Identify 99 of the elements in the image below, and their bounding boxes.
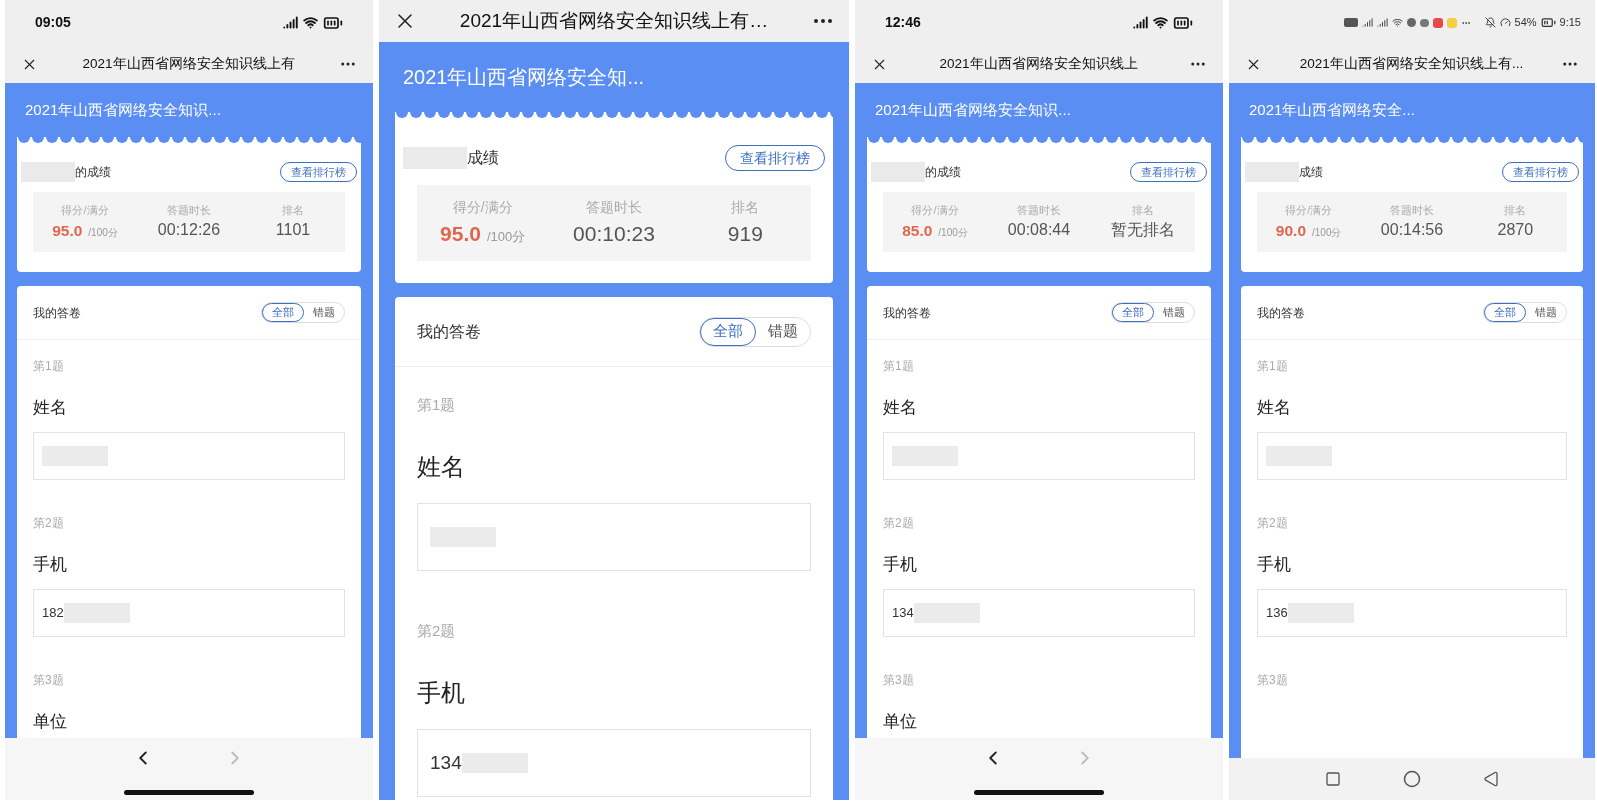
question-title: 单位: [883, 711, 918, 733]
mute-icon: [1484, 17, 1496, 28]
question-title: 姓名: [417, 452, 466, 482]
stat-label: 得分/满分: [911, 203, 959, 219]
full-score: /100分: [1312, 225, 1342, 240]
quiz-title: 2021年山西省网络安全知识...: [25, 99, 221, 120]
stat-value: 919: [727, 220, 763, 247]
home-icon[interactable]: [1403, 770, 1421, 788]
back-icon[interactable]: [1483, 771, 1499, 787]
answer-field: 182: [33, 589, 345, 637]
status-time: 09:05: [35, 13, 71, 32]
chat-icon: [1419, 18, 1429, 27]
stat-label: 得分/满分: [452, 197, 513, 217]
recent-apps-icon[interactable]: [1325, 771, 1341, 787]
answer-field: 134: [417, 729, 811, 797]
question-title: 手机: [417, 678, 466, 708]
full-score: /100分: [938, 225, 968, 240]
quiz-title: 2021年山西省网络安全...: [1249, 99, 1415, 120]
stat-value: 2870: [1497, 220, 1534, 241]
battery-percentage: 54%: [1514, 15, 1537, 31]
question-number: 第1题: [417, 395, 457, 415]
signal-icon: [1361, 17, 1373, 28]
filter-tab[interactable]: 错题: [756, 317, 810, 346]
result-label: 成绩: [467, 148, 499, 168]
status-time: 12:46: [885, 13, 921, 32]
section-title: 我的答卷: [1257, 304, 1305, 322]
question-title: 手机: [33, 554, 68, 576]
page-title: 2021年山西省网络安全知识线上有: [81, 54, 296, 73]
question-title: 手机: [883, 554, 918, 576]
page-title: 2021年山西省网络安全知识线上有…: [458, 8, 770, 33]
app-icon: [1446, 17, 1457, 28]
question-number: 第1题: [1257, 358, 1289, 374]
result-label: 成绩: [1299, 164, 1323, 181]
wifi-icon: [1391, 17, 1403, 28]
question-number: 第3题: [1257, 672, 1289, 688]
question-number: 第3题: [33, 672, 65, 688]
battery-icon: [1540, 15, 1556, 30]
page-title: 2021年山西省网络安全知识线上: [938, 54, 1139, 73]
filter-tab[interactable]: 全部: [700, 317, 756, 346]
score-value: 90.0: [1275, 220, 1306, 241]
app-icon: [1406, 18, 1416, 27]
stat-label: 答题时长: [1390, 202, 1434, 218]
filter-tab[interactable]: 错题: [1526, 303, 1566, 322]
signal-icon: [1376, 17, 1388, 28]
question-number: 第1题: [33, 358, 65, 374]
full-score: /100分: [88, 225, 118, 240]
stat-label: 得分/满分: [61, 203, 109, 219]
stat-label: 排名: [1504, 202, 1527, 218]
answer-field: 136: [1257, 589, 1567, 637]
filter-tab[interactable]: 全部: [1484, 303, 1526, 322]
stat-value: 00:08:44: [1007, 220, 1071, 241]
full-score: /100分: [486, 227, 526, 246]
score-value: 95.0: [52, 220, 83, 241]
result-label: 的成绩: [925, 164, 961, 181]
wifi-icon: [1153, 15, 1168, 30]
filter-tab[interactable]: 错题: [304, 303, 344, 322]
stat-label: 答题时长: [586, 197, 642, 217]
question-title: 姓名: [1257, 397, 1292, 419]
score-value: 85.0: [902, 220, 933, 241]
app-icon: [1432, 17, 1443, 28]
score-value: 95.0: [440, 220, 481, 247]
stat-value: 00:10:23: [573, 220, 655, 247]
question-title: 手机: [1257, 554, 1292, 576]
stat-label: 得分/满分: [1285, 203, 1333, 219]
quiz-title: 2021年山西省网络安全知...: [403, 65, 645, 90]
stat-label: 排名: [731, 197, 760, 217]
filter-tab[interactable]: 全部: [1112, 303, 1154, 322]
stat-label: 排名: [1132, 202, 1154, 218]
hd-icon: [1343, 18, 1358, 27]
question-number: 第3题: [883, 672, 915, 688]
answer-field: 134: [883, 589, 1195, 637]
result-label: 的成绩: [75, 164, 111, 181]
stat-value: 暂无排名: [1111, 220, 1175, 241]
question-title: 姓名: [883, 397, 918, 419]
question-number: 第2题: [883, 515, 915, 531]
status-time: 9:15: [1559, 15, 1581, 31]
gauge-icon: [1499, 17, 1511, 28]
page-title: 2021年山西省网络安全知识线上有...: [1298, 54, 1525, 73]
question-title: 姓名: [33, 397, 68, 419]
question-title: 单位: [33, 711, 68, 733]
stat-value: 1101: [275, 220, 311, 241]
question-number: 第2题: [1257, 515, 1289, 531]
stat-label: 答题时长: [1017, 202, 1061, 218]
stat-value: 00:12:26: [157, 220, 221, 241]
filter-tab[interactable]: 错题: [1154, 303, 1194, 322]
stat-value: 00:14:56: [1380, 220, 1444, 241]
stat-label: 排名: [282, 202, 304, 218]
question-number: 第2题: [33, 515, 65, 531]
stat-label: 答题时长: [167, 202, 211, 218]
signal-icon: [283, 15, 298, 30]
question-number: 第2题: [417, 621, 457, 641]
filter-tab[interactable]: 全部: [262, 303, 304, 322]
signal-icon: [1133, 15, 1148, 30]
quiz-title: 2021年山西省网络安全知识...: [875, 99, 1071, 120]
wifi-icon: [303, 15, 318, 30]
section-title: 我的答卷: [883, 304, 931, 322]
question-number: 第1题: [883, 358, 915, 374]
section-title: 我的答卷: [417, 321, 481, 342]
section-title: 我的答卷: [33, 304, 81, 322]
